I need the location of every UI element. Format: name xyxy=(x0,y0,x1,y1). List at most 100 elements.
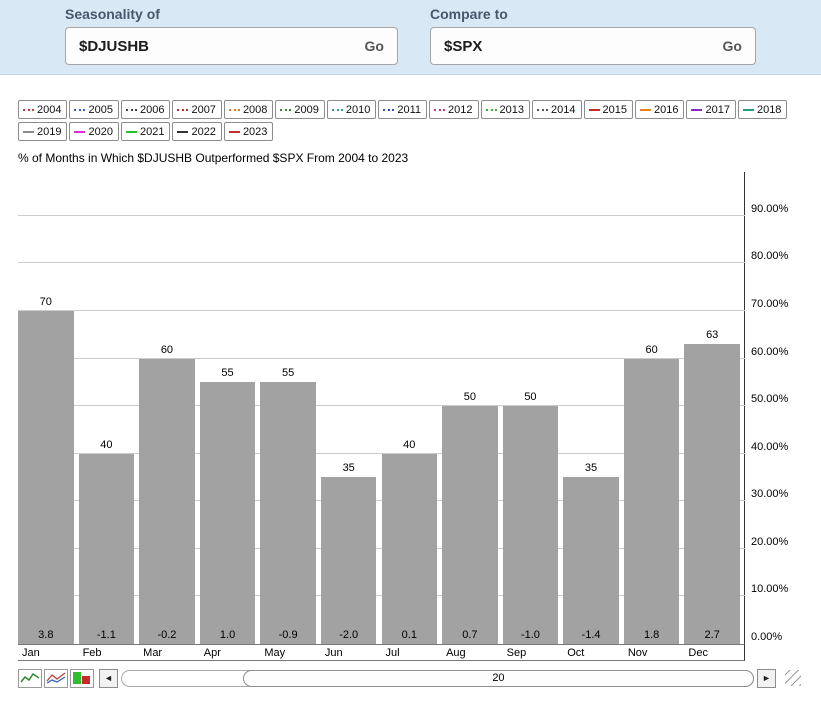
legend-year-label: 2013 xyxy=(500,104,524,116)
legend-year-2015[interactable]: 2015 xyxy=(584,100,633,119)
legend-year-label: 2018 xyxy=(757,104,781,116)
scroll-right-button[interactable]: ► xyxy=(757,669,776,688)
legend-year-2020[interactable]: 2020 xyxy=(69,122,118,141)
legend-year-label: 2014 xyxy=(551,104,575,116)
month-label-jun: Jun xyxy=(321,647,343,659)
bar-gain-label: -1.1 xyxy=(79,629,135,641)
year-range-value: 20 xyxy=(492,672,504,684)
compare-symbol-input[interactable] xyxy=(444,38,653,55)
legend-year-label: 2023 xyxy=(243,126,267,138)
month-label-dec: Dec xyxy=(684,647,708,659)
bar-value-label: 55 xyxy=(200,367,256,379)
year-line-marker-icon xyxy=(743,109,754,111)
resize-grip-icon[interactable] xyxy=(785,670,801,686)
y-axis-tick-label: 40.00% xyxy=(751,441,788,453)
multi-line-chart-icon xyxy=(46,671,66,685)
y-axis-tick-label: 50.00% xyxy=(751,393,788,405)
month-label-apr: Apr xyxy=(200,647,221,659)
legend-year-label: 2021 xyxy=(140,126,164,138)
legend-year-label: 2010 xyxy=(346,104,370,116)
year-line-marker-icon xyxy=(229,109,240,111)
y-axis-tick-label: 90.00% xyxy=(751,203,788,215)
symbol-entry-panel: Seasonality of Go Compare to Go xyxy=(0,0,821,75)
legend-year-2018[interactable]: 2018 xyxy=(738,100,787,119)
legend-year-2011[interactable]: 2011 xyxy=(378,100,427,119)
bar-slot-jan: 703.8 xyxy=(18,172,79,644)
legend-year-2004[interactable]: 2004 xyxy=(18,100,67,119)
year-line-marker-icon xyxy=(126,109,137,111)
legend-year-2019[interactable]: 2019 xyxy=(18,122,67,141)
compare-go-button[interactable]: Go xyxy=(723,38,742,54)
seasonality-symbol-box: Go xyxy=(65,27,398,65)
legend-year-2009[interactable]: 2009 xyxy=(275,100,324,119)
bar-feb xyxy=(79,454,135,644)
bar-value-label: 50 xyxy=(442,391,498,403)
multi-line-chart-view-icon[interactable] xyxy=(44,669,68,688)
bar-value-label: 60 xyxy=(139,344,195,356)
legend-year-2010[interactable]: 2010 xyxy=(327,100,376,119)
seasonality-bar-chart: 0.00%10.00%20.00%30.00%40.00%50.00%60.00… xyxy=(18,172,801,661)
year-line-marker-icon xyxy=(23,131,34,133)
legend-year-2021[interactable]: 2021 xyxy=(121,122,170,141)
legend-year-2014[interactable]: 2014 xyxy=(532,100,581,119)
legend-year-2013[interactable]: 2013 xyxy=(481,100,530,119)
bar-value-label: 35 xyxy=(321,462,377,474)
compare-form-group: Compare to Go xyxy=(430,6,756,65)
year-line-marker-icon xyxy=(229,131,240,133)
bar-slot-mar: 60-0.2 xyxy=(139,172,200,644)
legend-year-label: 2011 xyxy=(397,104,421,116)
year-range-scrollbar-thumb[interactable]: 20 xyxy=(243,670,754,687)
bar-value-label: 40 xyxy=(79,439,135,451)
year-line-marker-icon xyxy=(434,109,445,111)
bar-chart-icon xyxy=(72,671,92,685)
bar-chart-view-icon[interactable] xyxy=(70,669,94,688)
y-axis-tick-label: 60.00% xyxy=(751,346,788,358)
year-line-marker-icon xyxy=(23,109,34,111)
year-line-marker-icon xyxy=(126,131,137,133)
legend-year-label: 2016 xyxy=(654,104,678,116)
bar-value-label: 55 xyxy=(260,367,316,379)
legend-year-label: 2004 xyxy=(37,104,61,116)
bar-sep xyxy=(503,406,559,644)
bar-slot-sep: 50-1.0 xyxy=(503,172,564,644)
bar-apr xyxy=(200,382,256,644)
bar-slot-aug: 500.7 xyxy=(442,172,503,644)
bar-jun xyxy=(321,477,377,644)
legend-year-label: 2008 xyxy=(243,104,267,116)
legend-year-label: 2022 xyxy=(191,126,215,138)
legend-year-label: 2020 xyxy=(88,126,112,138)
bar-value-label: 40 xyxy=(382,439,438,451)
month-label-nov: Nov xyxy=(624,647,648,659)
bar-gain-label: -1.4 xyxy=(563,629,619,641)
bar-slot-apr: 551.0 xyxy=(200,172,261,644)
bar-gain-label: 2.7 xyxy=(684,629,740,641)
legend-year-2008[interactable]: 2008 xyxy=(224,100,273,119)
bar-gain-label: 3.8 xyxy=(18,629,74,641)
legend-year-label: 2012 xyxy=(448,104,472,116)
line-chart-view-icon[interactable] xyxy=(18,669,42,688)
legend-year-label: 2017 xyxy=(705,104,729,116)
year-range-scrollbar[interactable]: 20 xyxy=(121,670,754,687)
legend-year-label: 2015 xyxy=(603,104,627,116)
y-axis-tick-label: 80.00% xyxy=(751,250,788,262)
year-line-marker-icon xyxy=(177,131,188,133)
year-line-marker-icon xyxy=(691,109,702,111)
legend-year-2005[interactable]: 2005 xyxy=(69,100,118,119)
legend-year-2007[interactable]: 2007 xyxy=(172,100,221,119)
legend-year-2022[interactable]: 2022 xyxy=(172,122,221,141)
legend-year-2006[interactable]: 2006 xyxy=(121,100,170,119)
bar-gain-label: 0.7 xyxy=(442,629,498,641)
legend-year-2012[interactable]: 2012 xyxy=(429,100,478,119)
seasonality-go-button[interactable]: Go xyxy=(365,38,384,54)
compare-to-label: Compare to xyxy=(430,6,756,22)
legend-year-2017[interactable]: 2017 xyxy=(686,100,735,119)
legend-year-2016[interactable]: 2016 xyxy=(635,100,684,119)
bar-jan xyxy=(18,311,74,644)
legend-year-label: 2019 xyxy=(37,126,61,138)
legend-year-label: 2009 xyxy=(294,104,318,116)
seasonality-symbol-input[interactable] xyxy=(79,38,293,55)
bar-slot-nov: 601.8 xyxy=(624,172,685,644)
scroll-left-button[interactable]: ◄ xyxy=(99,669,118,688)
legend-year-label: 2007 xyxy=(191,104,215,116)
legend-year-2023[interactable]: 2023 xyxy=(224,122,273,141)
